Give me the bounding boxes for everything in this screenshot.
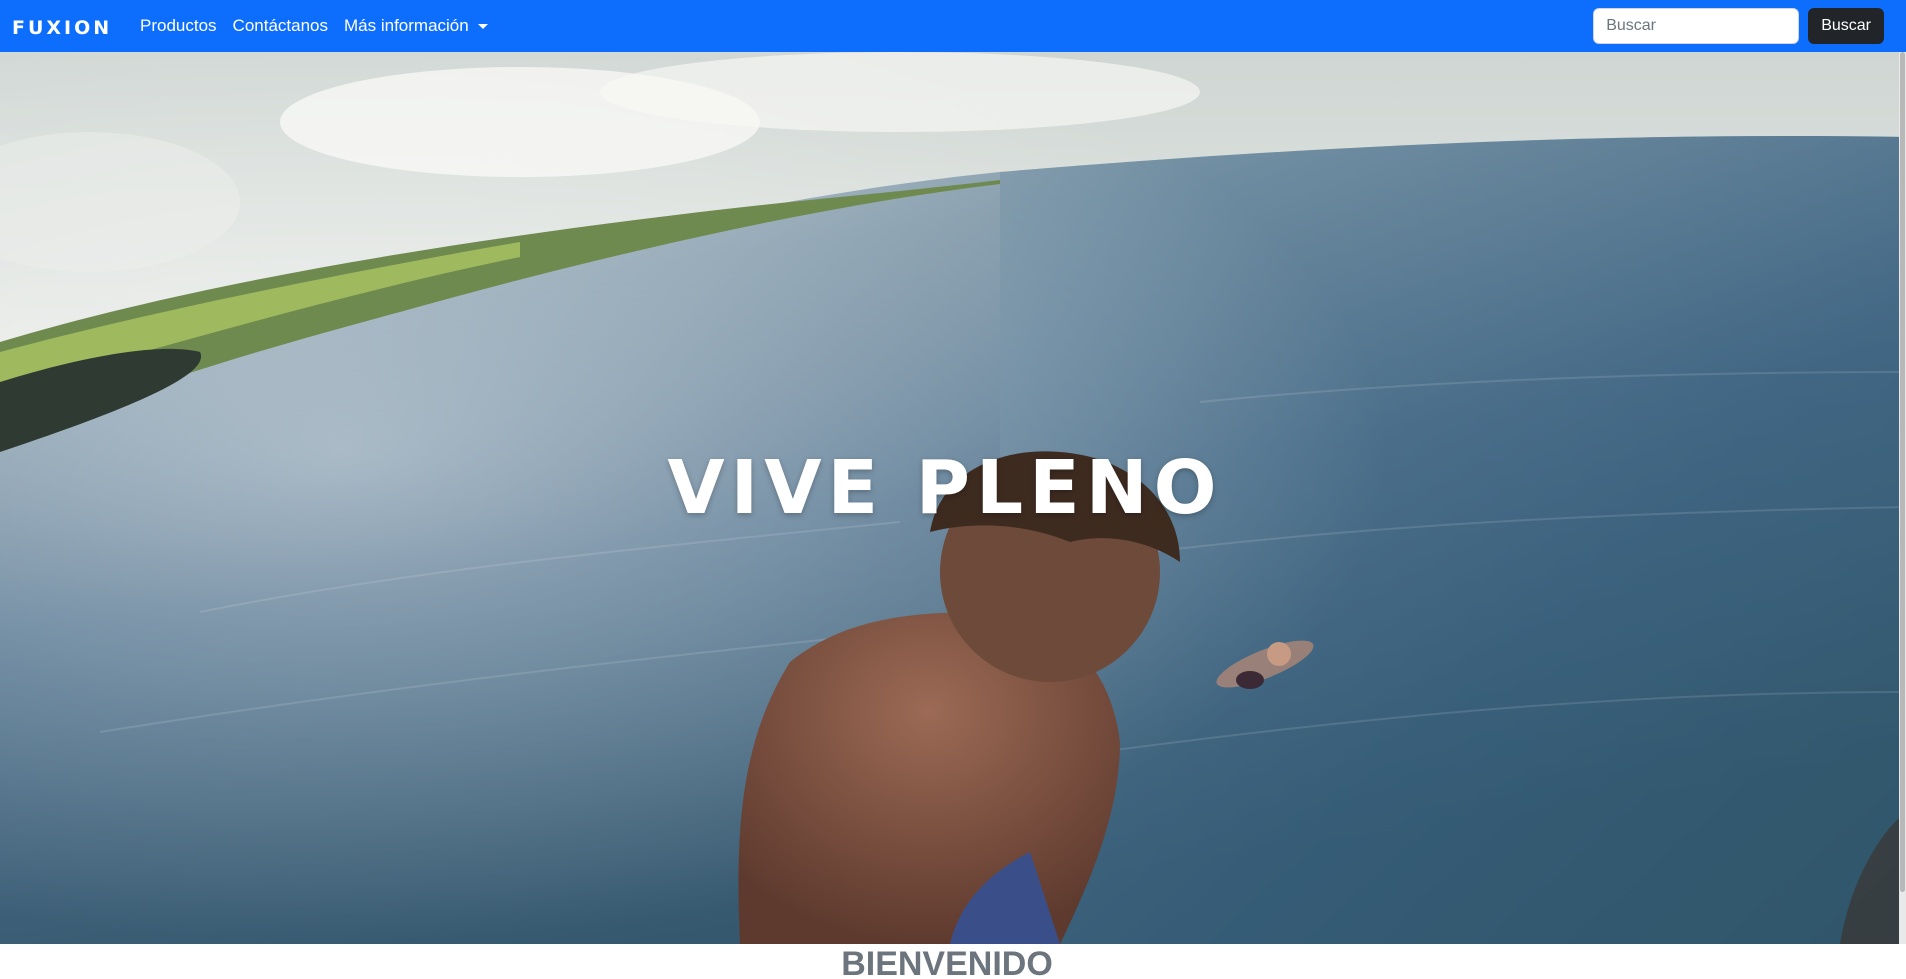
hero-title: VIVE PLENO <box>667 445 1223 531</box>
nav-link-contactanos[interactable]: Contáctanos <box>225 8 336 44</box>
nav-link-productos[interactable]: Productos <box>132 8 225 44</box>
nav-link-productos-label: Productos <box>140 16 217 35</box>
navbar: FUXION Productos Contáctanos Más informa… <box>0 0 1906 52</box>
hero-video: VIVE PLENO <box>0 52 1906 944</box>
nav-links: Productos Contáctanos Más información <box>132 8 496 44</box>
brand-logo-text: FUXION <box>12 17 110 37</box>
page: FUXION Productos Contáctanos Más informa… <box>0 0 1906 979</box>
nav-dropdown-mas-informacion[interactable]: Más información <box>336 8 496 44</box>
nav-dropdown-label: Más información <box>344 16 469 35</box>
fuxion-logo: FUXION <box>12 17 110 37</box>
search-input[interactable] <box>1593 8 1800 44</box>
chevron-down-icon <box>477 23 488 29</box>
search-form: Buscar <box>1593 8 1884 44</box>
search-button[interactable]: Buscar <box>1808 8 1884 44</box>
brand-logo[interactable]: FUXION <box>12 6 110 46</box>
scrollbar-thumb[interactable] <box>1900 52 1905 892</box>
welcome-section: BIENVENIDO <box>0 944 1906 979</box>
welcome-title: BIENVENIDO <box>841 945 1053 979</box>
scrollbar[interactable] <box>1899 52 1906 944</box>
nav-link-contactanos-label: Contáctanos <box>232 16 328 35</box>
